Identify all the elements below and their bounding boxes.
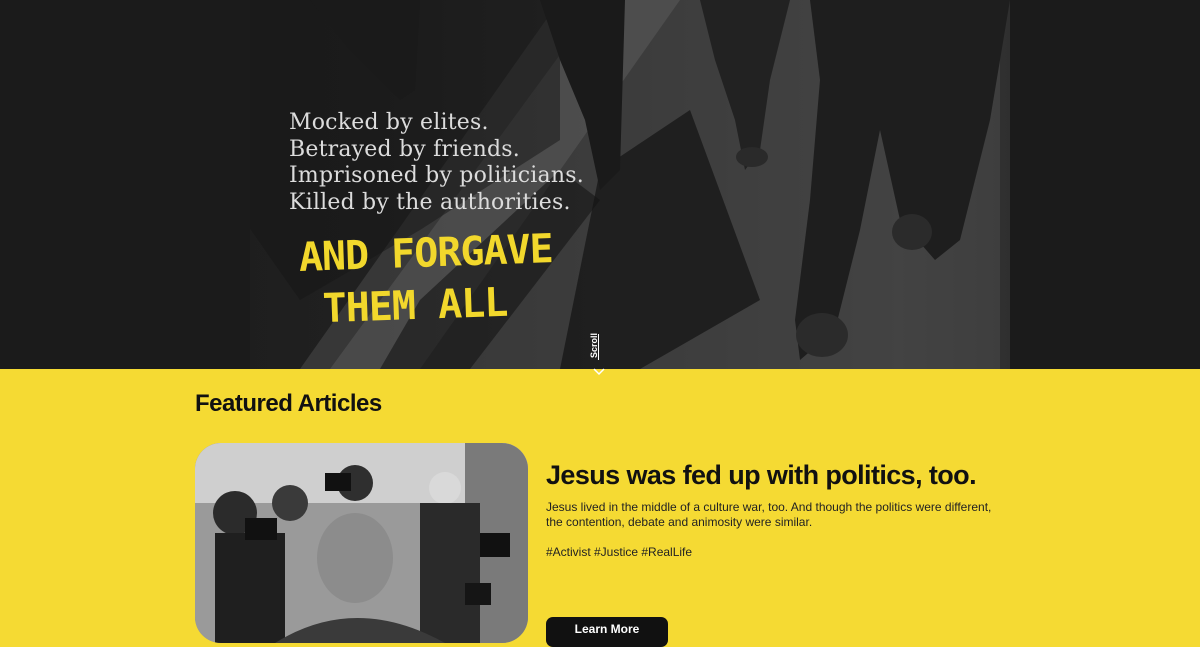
article-description: Jesus lived in the middle of a culture w… — [546, 500, 992, 529]
hero-photo — [0, 0, 1200, 369]
tagline-line-1: AND FORGAVE — [298, 226, 554, 281]
press-photo — [195, 443, 528, 643]
hero-tagline: AND FORGAVE THEM ALL — [298, 223, 555, 336]
hero-banner: Mocked by elites. Betrayed by friends. I… — [0, 0, 1200, 369]
article-image[interactable] — [195, 443, 528, 643]
article-title[interactable]: Jesus was fed up with politics, too. — [546, 460, 977, 491]
article-tags: #Activist #Justice #RealLife — [546, 545, 693, 559]
featured-articles-heading: Featured Articles — [195, 390, 382, 417]
tagline-line-2: THEM ALL — [321, 279, 509, 333]
hero-line-1: Mocked by elites. — [289, 110, 489, 135]
hero-line-2: Betrayed by friends. — [289, 136, 520, 162]
learn-more-button[interactable]: Learn More — [546, 617, 668, 647]
hero-statement: Mocked by elites. Betrayed by friends. I… — [289, 110, 584, 216]
scroll-line — [598, 334, 599, 360]
hero-line-4: Killed by the authorities. — [289, 189, 571, 215]
hero-line-3: Imprisoned by politicians. — [289, 163, 584, 188]
chevron-down-icon[interactable] — [593, 368, 605, 376]
